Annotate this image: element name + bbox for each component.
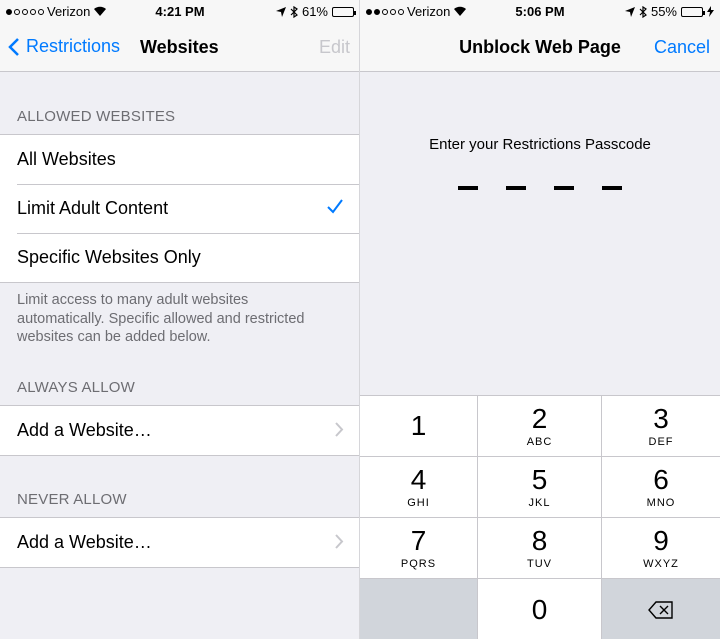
key-number: 4 (410, 464, 427, 495)
backspace-icon (648, 600, 673, 619)
key-number: 5 (531, 464, 548, 495)
key-letters: JKL (528, 497, 551, 509)
key-letters: PQRS (400, 558, 437, 570)
checkmark-icon (327, 199, 343, 214)
key-2[interactable]: 2 ABC (478, 396, 602, 457)
chevron-left-icon (8, 37, 19, 56)
allowed-websites-group: All Websites Limit Adult Content Specifi… (0, 134, 360, 283)
option-label: All Websites (17, 149, 116, 169)
passcode-entry-field[interactable] (360, 186, 720, 190)
always-allow-header: ALWAYS ALLOW (17, 379, 135, 396)
always-allow-add-website[interactable]: Add a Website… (0, 406, 360, 455)
battery-icon (332, 6, 356, 17)
navigation-bar: Verizon 5:06 PM 55% Unblock Web Page Can… (360, 0, 720, 72)
key-number: 3 (653, 403, 669, 434)
key-6[interactable]: 6 MNO (602, 457, 720, 518)
location-arrow-icon (275, 6, 286, 17)
never-allow-header: NEVER ALLOW (17, 491, 127, 508)
key-3[interactable]: 3 DEF (602, 396, 720, 457)
add-website-label: Add a Website… (17, 532, 152, 552)
key-0[interactable]: 0 (478, 579, 602, 639)
always-allow-group: Add a Website… (0, 405, 360, 456)
back-label: Restrictions (26, 36, 121, 56)
key-7[interactable]: 7 PQRS (360, 518, 478, 579)
passcode-digit-slot (602, 186, 622, 190)
key-number: 8 (531, 525, 548, 556)
key-letters: GHI (407, 497, 430, 509)
numeric-keypad: 1 2 ABC 3 DEF 4 GHI 5 JKL 6 MNO 7 PQRS 8… (360, 395, 720, 639)
key-4[interactable]: 4 GHI (360, 457, 478, 518)
option-label: Limit Adult Content (17, 198, 169, 218)
cancel-button[interactable]: Cancel (654, 37, 710, 58)
restrictions-websites-screen: Verizon 4:21 PM 61% Restrictions Website… (0, 0, 360, 639)
nav-row: Unblock Web Page Cancel (360, 28, 720, 68)
bluetooth-icon (290, 5, 298, 18)
chevron-right-icon (335, 534, 344, 549)
option-all-websites[interactable]: All Websites (0, 135, 360, 184)
passcode-prompt: Enter your Restrictions Passcode (429, 136, 651, 153)
key-letters: WXYZ (643, 558, 679, 570)
key-blank (360, 579, 478, 639)
key-number: 9 (653, 525, 669, 556)
key-number: 6 (653, 464, 669, 495)
chevron-right-icon (335, 422, 344, 437)
key-number: 2 (531, 403, 548, 434)
status-right: 61% (275, 4, 356, 19)
option-label: Specific Websites Only (17, 247, 201, 267)
key-letters: DEF (648, 436, 674, 448)
key-1[interactable]: 1 (360, 396, 478, 457)
key-letters: ABC (526, 436, 553, 448)
key-number: 1 (410, 410, 427, 441)
passcode-digit-slot (506, 186, 526, 190)
status-bar: Verizon 5:06 PM 55% (360, 0, 720, 24)
page-title: Websites (140, 37, 219, 57)
key-9[interactable]: 9 WXYZ (602, 518, 720, 579)
unblock-web-page-screen: Verizon 5:06 PM 55% Unblock Web Page Can… (360, 0, 720, 639)
never-allow-add-website[interactable]: Add a Website… (0, 518, 360, 567)
key-letters: MNO (646, 497, 676, 509)
passcode-digit-slot (554, 186, 574, 190)
location-arrow-icon (624, 6, 635, 17)
key-5[interactable]: 5 JKL (478, 457, 602, 518)
allowed-websites-footnote: Limit access to many adult websites auto… (17, 292, 305, 345)
status-right: 55% (624, 4, 714, 19)
navigation-bar: Verizon 4:21 PM 61% Restrictions Website… (0, 0, 360, 72)
edit-button[interactable]: Edit (319, 37, 350, 58)
delete-key[interactable] (602, 579, 720, 639)
nav-row: Restrictions Websites Edit (0, 28, 360, 68)
bluetooth-icon (639, 5, 647, 18)
never-allow-group: Add a Website… (0, 517, 360, 568)
key-number: 7 (410, 525, 427, 556)
battery-charging-icon (681, 6, 705, 17)
option-limit-adult-content[interactable]: Limit Adult Content (0, 184, 360, 233)
option-specific-websites-only[interactable]: Specific Websites Only (0, 233, 360, 282)
key-number: 0 (531, 593, 548, 625)
passcode-digit-slot (458, 186, 478, 190)
add-website-label: Add a Website… (17, 420, 152, 440)
key-8[interactable]: 8 TUV (478, 518, 602, 579)
back-button[interactable]: Restrictions (8, 36, 120, 57)
battery-percentage: 55% (650, 4, 677, 19)
charging-bolt-icon (707, 6, 714, 17)
key-letters: TUV (527, 558, 552, 570)
battery-percentage: 61% (301, 4, 328, 19)
allowed-websites-header: ALLOWED WEBSITES (17, 108, 176, 125)
status-bar: Verizon 4:21 PM 61% (0, 0, 360, 24)
